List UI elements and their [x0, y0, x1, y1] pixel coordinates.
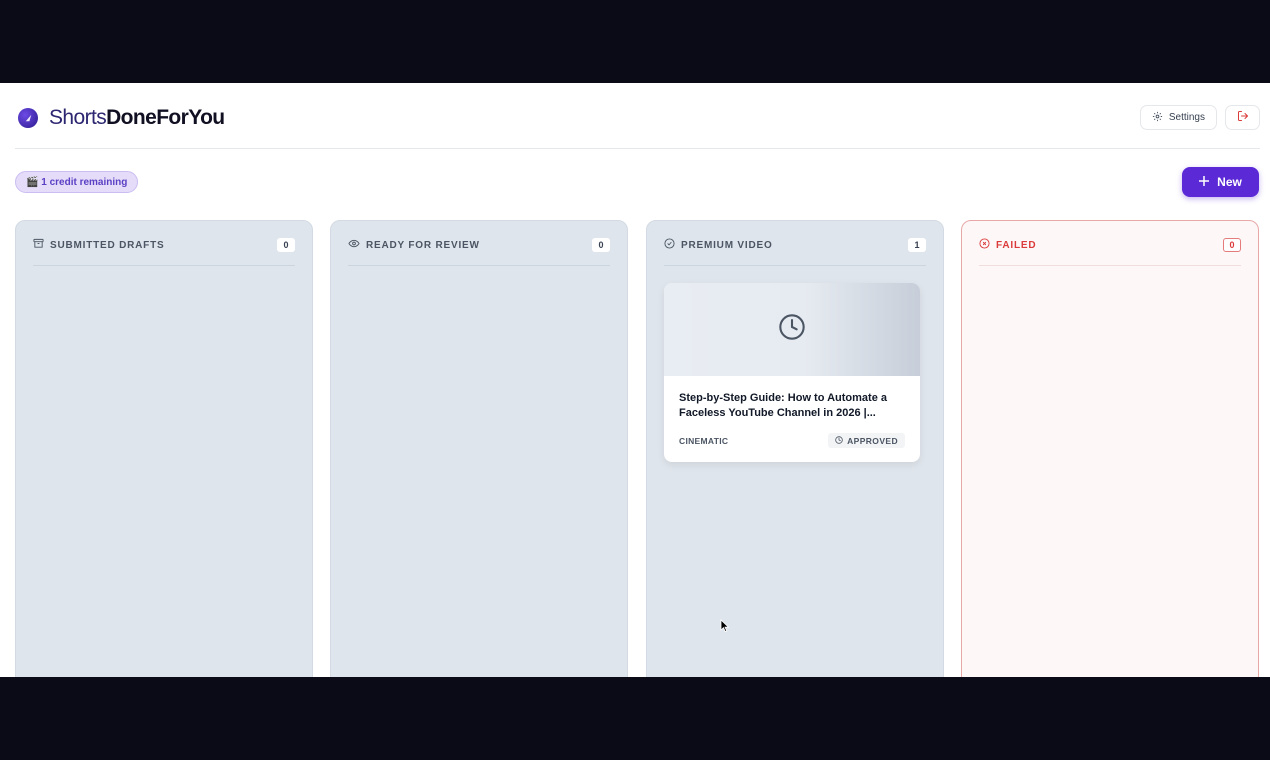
column-header: SUBMITTED DRAFTS 0 — [33, 238, 295, 266]
logo-mark-icon — [18, 108, 38, 128]
brand-logo[interactable]: ShortsDoneForYou — [18, 107, 225, 129]
video-card[interactable]: Step-by-Step Guide: How to Automate a Fa… — [664, 283, 920, 462]
column-title: READY FOR REVIEW — [348, 238, 480, 254]
brand-name-light: Shorts — [49, 106, 107, 129]
app-window: ShortsDoneForYou Settings 🎬 1 credit rem… — [0, 83, 1270, 677]
header-actions: Settings — [1139, 105, 1260, 130]
column-title: FAILED — [979, 238, 1036, 254]
column-submitted-drafts: SUBMITTED DRAFTS 0 — [15, 220, 313, 677]
gear-icon — [1152, 111, 1163, 125]
column-count: 0 — [1223, 238, 1241, 252]
plus-icon — [1199, 175, 1210, 189]
small-clock-icon — [835, 435, 843, 446]
eye-icon — [348, 238, 360, 254]
settings-label: Settings — [1168, 112, 1205, 123]
brand-name: ShortsDoneForYou — [49, 107, 225, 129]
credits-label: 🎬 1 credit remaining — [26, 176, 128, 188]
new-video-button[interactable]: New — [1182, 167, 1259, 197]
settings-button[interactable]: Settings — [1139, 105, 1217, 130]
column-header: READY FOR REVIEW 0 — [348, 238, 610, 266]
status-badge: APPROVED — [828, 433, 905, 448]
check-circle-icon — [664, 238, 675, 254]
column-count: 1 — [908, 238, 926, 252]
video-style-tag: CINEMATIC — [679, 435, 729, 446]
column-title-text: FAILED — [996, 240, 1037, 251]
video-title: Step-by-Step Guide: How to Automate a Fa… — [679, 392, 887, 419]
video-thumbnail — [664, 283, 920, 376]
column-title: SUBMITTED DRAFTS — [33, 238, 164, 254]
brand-name-bold: DoneForYou — [106, 106, 225, 129]
column-header: FAILED 0 — [979, 238, 1241, 266]
logout-button[interactable] — [1225, 105, 1260, 130]
column-header: PREMIUM VIDEO 1 — [664, 238, 926, 266]
column-title-text: SUBMITTED DRAFTS — [50, 240, 165, 251]
column-count: 0 — [277, 238, 295, 252]
column-count: 0 — [592, 238, 610, 252]
new-button-label: New — [1217, 175, 1242, 189]
logout-icon — [1237, 109, 1249, 127]
column-premium-video: PREMIUM VIDEO 1 Step-by-Step Guide: How … — [646, 220, 944, 677]
card-body: Step-by-Step Guide: How to Automate a Fa… — [664, 376, 920, 448]
archive-icon — [33, 238, 44, 254]
card-meta: CINEMATIC APPROVED — [679, 433, 905, 448]
x-circle-icon — [979, 238, 990, 254]
column-ready-for-review: READY FOR REVIEW 0 — [330, 220, 628, 677]
mouse-cursor-icon — [720, 619, 730, 638]
column-title-text: PREMIUM VIDEO — [681, 240, 773, 251]
top-header: ShortsDoneForYou Settings — [15, 83, 1260, 149]
column-title: PREMIUM VIDEO — [664, 238, 773, 254]
column-title-text: READY FOR REVIEW — [366, 240, 480, 251]
column-failed: FAILED 0 — [961, 220, 1259, 677]
clock-icon — [778, 313, 806, 346]
status-text: APPROVED — [847, 435, 898, 446]
credits-remaining-badge: 🎬 1 credit remaining — [15, 171, 139, 193]
